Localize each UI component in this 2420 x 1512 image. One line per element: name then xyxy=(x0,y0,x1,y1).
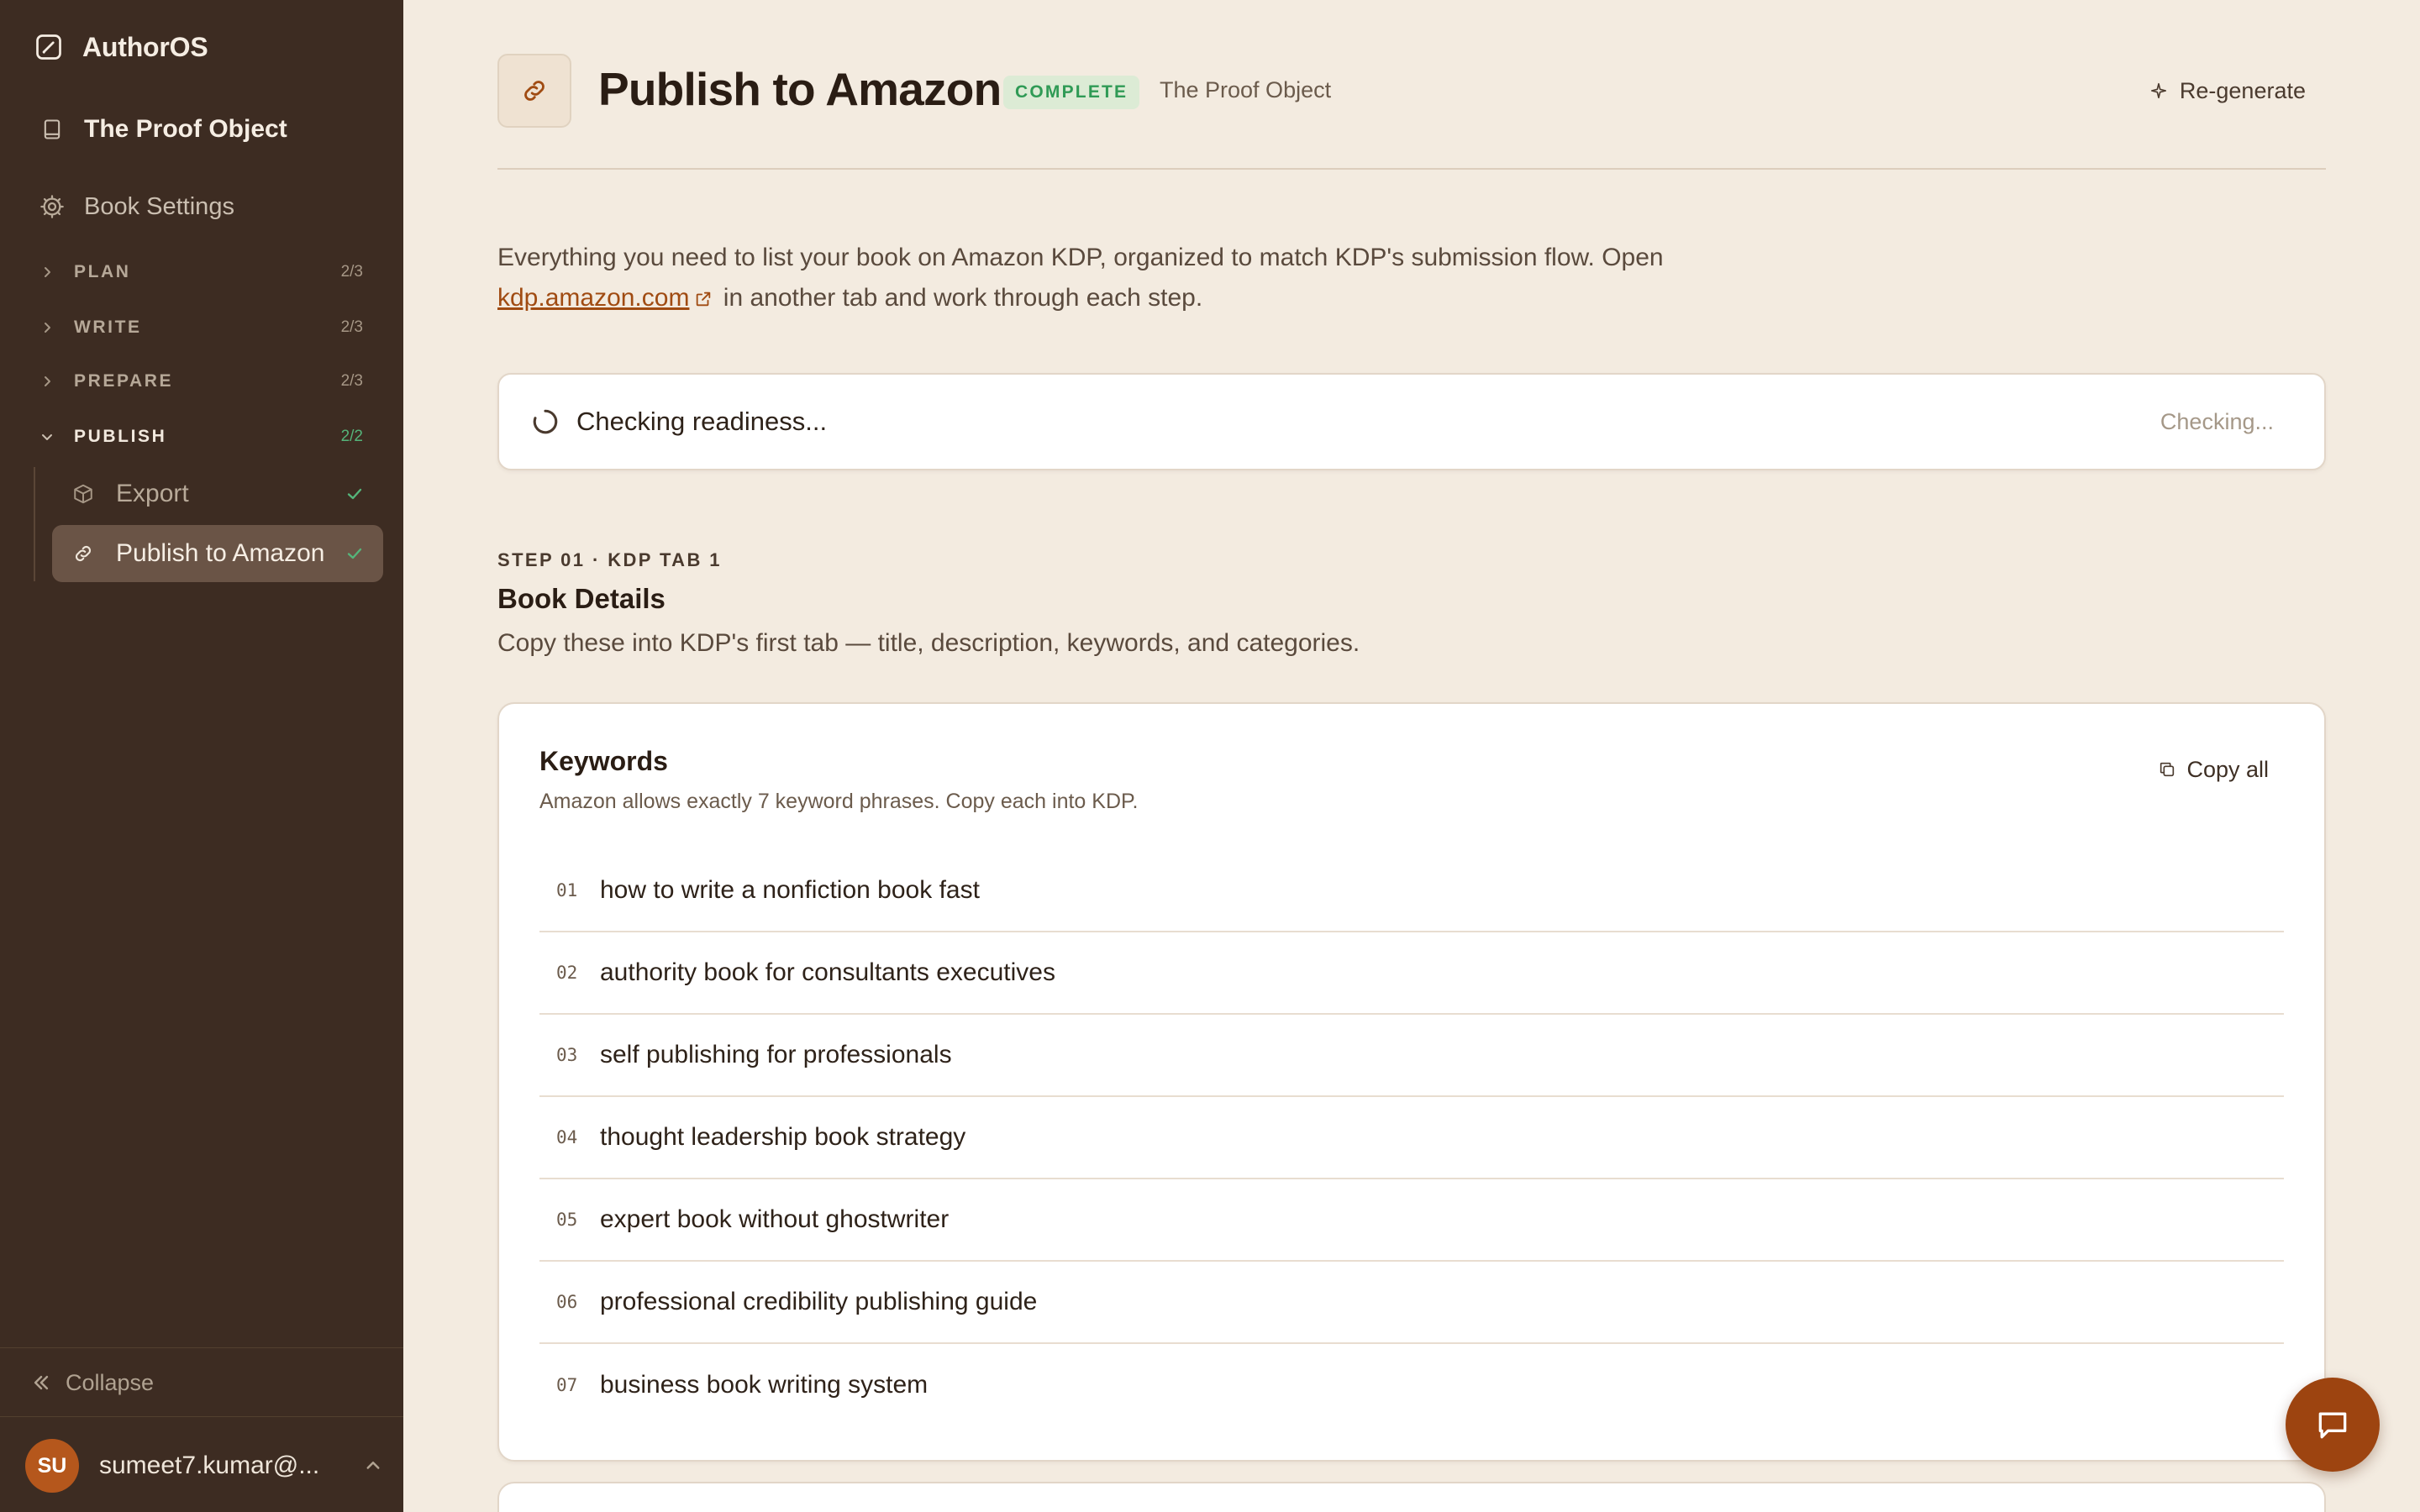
brand[interactable]: AuthorOS xyxy=(34,30,208,64)
copy-icon xyxy=(2158,760,2176,779)
sidebar-section-write[interactable]: WRITE 2/3 xyxy=(40,311,363,344)
readiness-card: Checking readiness... Checking... xyxy=(497,373,2326,470)
keyword-text: professional credibility publishing guid… xyxy=(600,1288,1038,1315)
regenerate-label: Re-generate xyxy=(2179,77,2306,103)
section-label: PLAN xyxy=(74,262,131,281)
intro-after: in another tab and work through each ste… xyxy=(716,284,1203,312)
keyword-number: 07 xyxy=(556,1375,578,1395)
regenerate-button[interactable]: Re-generate xyxy=(2149,74,2306,108)
sidebar-item-publish-to-amazon[interactable]: Publish to Amazon xyxy=(52,525,383,582)
keyword-text: expert book without ghostwriter xyxy=(600,1205,950,1233)
keyword-text: business book writing system xyxy=(600,1371,929,1399)
section-progress: 2/3 xyxy=(340,372,363,390)
book-title: The Proof Object xyxy=(84,115,287,143)
page-icon xyxy=(497,54,571,128)
keyword-row[interactable]: 06 professional credibility publishing g… xyxy=(539,1262,2284,1344)
step-title: Book Details xyxy=(497,583,666,614)
keywords-title: Keywords xyxy=(539,746,668,776)
gear-icon xyxy=(39,193,66,220)
keyword-text: authority book for consultants executive… xyxy=(600,958,1055,986)
book-settings-label: Book Settings xyxy=(84,192,234,220)
section-label: PUBLISH xyxy=(74,427,167,446)
intro-before: Everything you need to list your book on… xyxy=(497,244,1664,271)
keywords-subtitle: Amazon allows exactly 7 keyword phrases.… xyxy=(539,790,1139,813)
copy-all-label: Copy all xyxy=(2186,756,2269,782)
readiness-text: Checking readiness... xyxy=(576,407,828,436)
spinner-icon xyxy=(531,407,560,436)
keyword-number: 05 xyxy=(556,1210,578,1230)
keyword-row[interactable]: 07 business book writing system xyxy=(539,1344,2284,1426)
status-badge: COMPLETE xyxy=(1003,76,1140,109)
sidebar-item-label: Export xyxy=(116,480,189,507)
sidebar-section-plan[interactable]: PLAN 2/3 xyxy=(40,255,363,289)
keyword-number: 06 xyxy=(556,1292,578,1312)
page-title: Publish to Amazon xyxy=(598,63,1002,115)
section-progress: 2/2 xyxy=(340,428,363,445)
book-icon xyxy=(40,118,64,141)
link-icon xyxy=(520,76,549,105)
chevron-right-icon xyxy=(40,321,59,334)
keyword-row[interactable]: 02 authority book for consultants execut… xyxy=(539,932,2284,1015)
next-card xyxy=(497,1482,2326,1512)
section-label: WRITE xyxy=(74,318,142,337)
check-icon xyxy=(345,484,365,504)
chevron-right-icon xyxy=(40,375,59,388)
step-eyebrow: STEP 01 · KDP TAB 1 xyxy=(497,549,722,570)
main-content: Publish to Amazon COMPLETE The Proof Obj… xyxy=(403,0,2420,1512)
pencil-square-icon xyxy=(34,32,64,62)
keyword-row[interactable]: 04 thought leadership book strategy xyxy=(539,1097,2284,1179)
kdp-link[interactable]: kdp.amazon.com xyxy=(497,284,689,312)
section-progress: 2/3 xyxy=(340,263,363,281)
keywords-list: 01 how to write a nonfiction book fast 0… xyxy=(539,850,2284,1426)
app-name: AuthorOS xyxy=(82,31,208,62)
keyword-number: 02 xyxy=(556,963,578,983)
keyword-number: 01 xyxy=(556,880,578,900)
keyword-row[interactable]: 05 expert book without ghostwriter xyxy=(539,1179,2284,1262)
divider xyxy=(0,1416,403,1417)
header-book-title: The Proof Object xyxy=(1160,77,1332,102)
book-selector[interactable]: The Proof Object xyxy=(40,113,287,146)
avatar: SU xyxy=(25,1439,79,1493)
header-divider xyxy=(497,168,2326,170)
external-link-icon xyxy=(694,290,713,308)
keyword-number: 03 xyxy=(556,1045,578,1065)
tree-line xyxy=(34,467,35,581)
collapse-label: Collapse xyxy=(66,1369,155,1395)
chat-button[interactable] xyxy=(2286,1378,2380,1472)
chevron-down-icon xyxy=(40,430,59,444)
keywords-card: Keywords Amazon allows exactly 7 keyword… xyxy=(497,702,2326,1462)
check-icon xyxy=(345,543,365,564)
sidebar-section-publish[interactable]: PUBLISH 2/2 xyxy=(40,420,363,454)
sidebar-item-export[interactable]: Export xyxy=(52,465,383,522)
step-description: Copy these into KDP's first tab — title,… xyxy=(497,629,1360,657)
section-label: PREPARE xyxy=(74,371,174,391)
keyword-text: how to write a nonfiction book fast xyxy=(600,876,980,904)
section-progress: 2/3 xyxy=(340,318,363,336)
sparkle-icon xyxy=(2149,81,2168,100)
box-icon xyxy=(72,483,97,505)
book-settings-link[interactable]: Book Settings xyxy=(39,190,234,223)
intro-text: Everything you need to list your book on… xyxy=(497,238,1674,318)
divider xyxy=(0,1347,403,1348)
chat-icon xyxy=(2314,1406,2351,1443)
copy-all-button[interactable]: Copy all xyxy=(2158,753,2269,786)
keyword-row[interactable]: 01 how to write a nonfiction book fast xyxy=(539,850,2284,932)
link-icon xyxy=(72,543,97,564)
keyword-number: 04 xyxy=(556,1127,578,1147)
keyword-text: thought leadership book strategy xyxy=(600,1123,966,1151)
chevron-up-icon xyxy=(365,1457,381,1474)
collapse-sidebar-button[interactable]: Collapse xyxy=(32,1366,154,1399)
double-chevron-left-icon xyxy=(32,1373,50,1392)
sidebar: AuthorOS The Proof Object Book Settings … xyxy=(0,0,403,1512)
readiness-status: Checking... xyxy=(2160,408,2274,434)
sidebar-section-prepare[interactable]: PREPARE 2/3 xyxy=(40,365,363,398)
chevron-right-icon xyxy=(40,265,59,279)
keyword-text: self publishing for professionals xyxy=(600,1041,952,1068)
sidebar-item-label: Publish to Amazon xyxy=(116,539,325,567)
user-email: sumeet7.kumar@... xyxy=(99,1452,320,1479)
keyword-row[interactable]: 03 self publishing for professionals xyxy=(539,1015,2284,1097)
user-menu[interactable]: SU sumeet7.kumar@... xyxy=(25,1438,381,1494)
